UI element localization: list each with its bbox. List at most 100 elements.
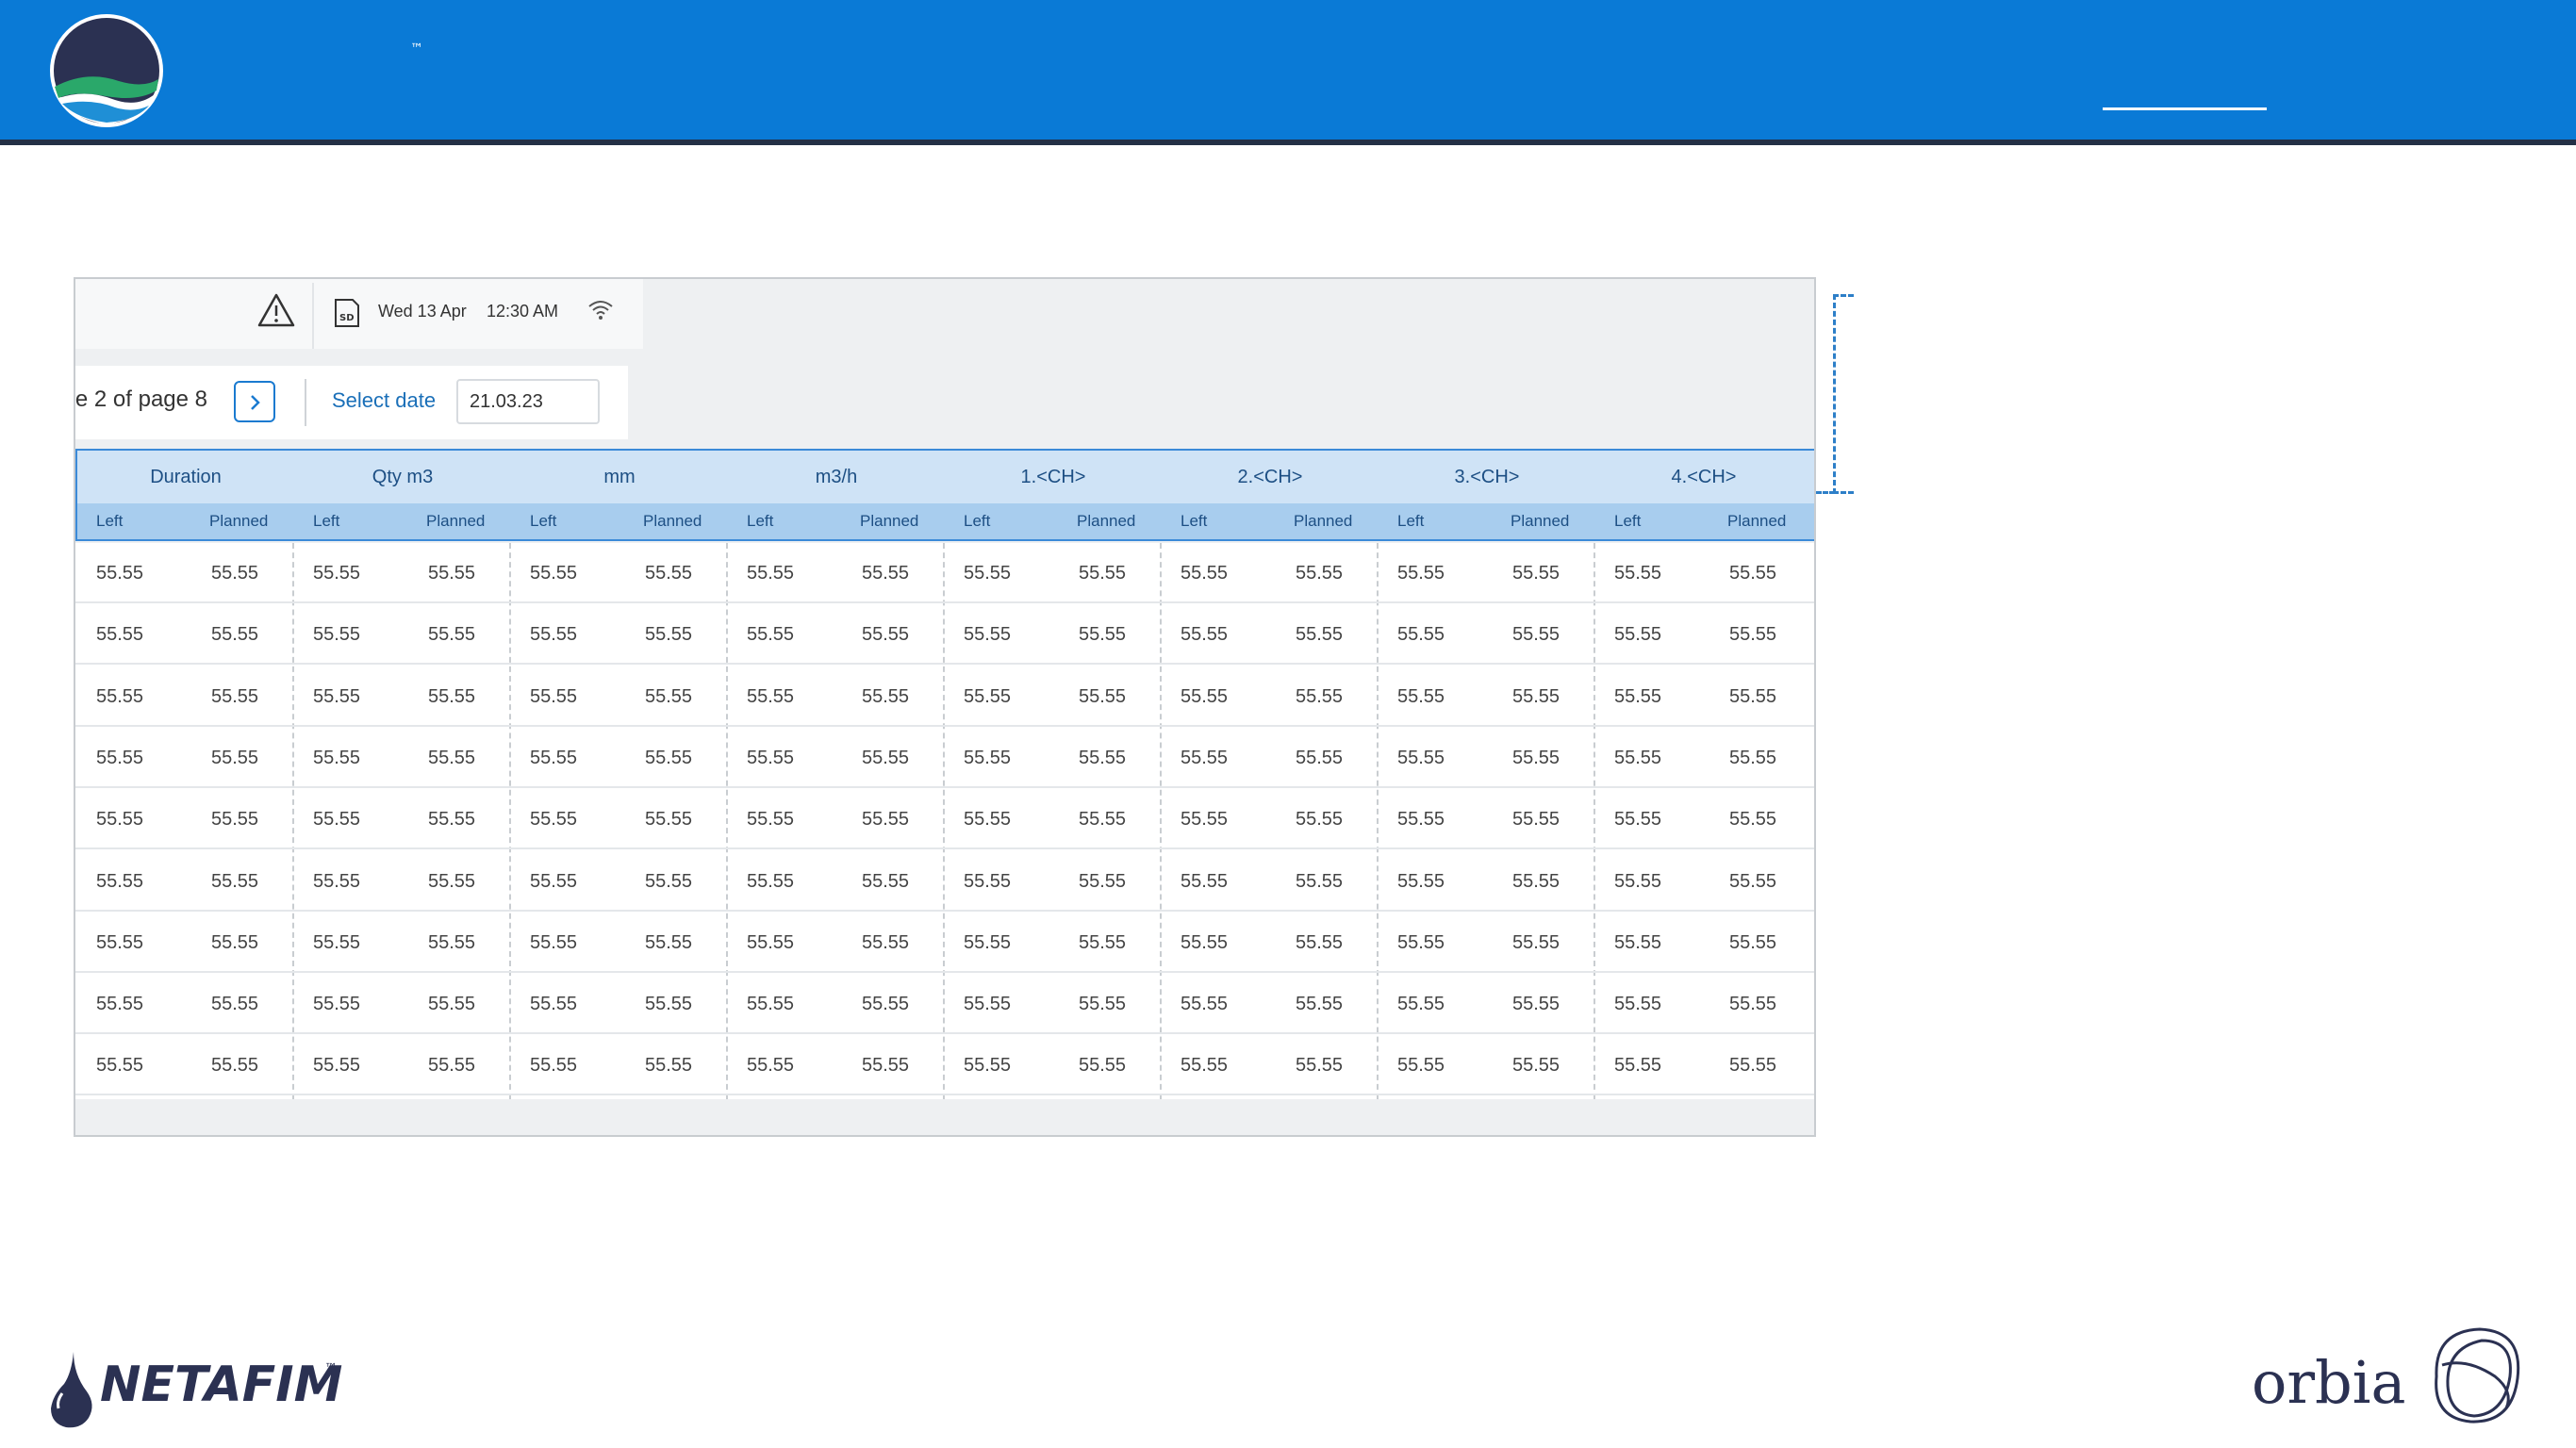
cell-planned: 55.55 — [1729, 870, 1777, 892]
cell-planned: 55.55 — [1079, 563, 1127, 584]
cell-left: 55.55 — [1181, 563, 1229, 584]
cell-planned: 55.55 — [428, 994, 476, 1015]
cell-planned: 55.55 — [211, 1055, 259, 1077]
table-row[interactable]: 55.55 55.55 55.55 55.55 55.55 55.55 55.55 55.55… — [75, 789, 1814, 850]
status-time: 12:30 AM — [487, 302, 559, 321]
cell-planned: 55.55 — [862, 624, 910, 646]
orbia-wordmark: orbia — [2252, 1348, 2405, 1417]
table-row[interactable]: 55.55 55.55 55.55 55.55 55.55 55.55 55.55 55.55… — [75, 666, 1814, 727]
cell-left: 55.55 — [96, 870, 144, 892]
subheader-left: Left — [747, 512, 774, 530]
cell-planned: 55.55 — [1079, 994, 1127, 1015]
cell-planned: 55.55 — [645, 870, 693, 892]
cell-planned: 55.55 — [862, 1055, 910, 1077]
cell-left: 55.55 — [964, 685, 1012, 707]
cell-planned: 55.55 — [428, 685, 476, 707]
cell-left: 55.55 — [747, 809, 795, 831]
status-bar: SD Wed 13 Apr 12:30 AM — [75, 279, 643, 349]
cell-planned: 55.55 — [1296, 563, 1344, 584]
cell-planned: 55.55 — [645, 994, 693, 1015]
cell-left: 55.55 — [530, 563, 578, 584]
cell-planned: 55.55 — [862, 563, 910, 584]
orbia-logo: orbia — [2252, 1327, 2520, 1423]
table-row[interactable]: 55.55 55.55 55.55 55.55 55.55 55.55 55.55 55.55… — [75, 728, 1814, 788]
banner-underline — [2103, 107, 2267, 110]
table-row[interactable]: 55.55 55.55 55.55 55.55 55.55 55.55 55.55 55.55… — [75, 974, 1814, 1035]
cell-left: 55.55 — [1397, 931, 1445, 953]
cell-planned: 55.55 — [645, 931, 693, 953]
column-group-duration: Duration — [150, 467, 222, 487]
cell-left: 55.55 — [1181, 747, 1229, 768]
subheader-left: Left — [313, 512, 340, 530]
subheader-left: Left — [964, 512, 991, 530]
cell-planned: 55.55 — [211, 624, 259, 646]
cell-planned: 55.55 — [1512, 994, 1560, 1015]
cell-planned: 55.55 — [1729, 931, 1777, 953]
cell-planned: 55.55 — [428, 747, 476, 768]
subheader-planned: Planned — [860, 512, 919, 530]
cell-left: 55.55 — [1397, 809, 1445, 831]
cell-left: 55.55 — [1614, 931, 1662, 953]
page-indicator: Page 2 of page 8 — [75, 387, 207, 419]
table-sub-header: Left Planned Left Planned Left Planned Left Pla… — [75, 503, 1814, 541]
cell-planned: 55.55 — [1729, 624, 1777, 646]
cell-planned: 55.55 — [1729, 994, 1777, 1015]
table-row[interactable]: 55.55 55.55 55.55 55.55 55.55 55.55 55.55 55.55… — [75, 913, 1814, 973]
subheader-planned: Planned — [1727, 512, 1787, 530]
cell-planned: 55.55 — [1729, 1055, 1777, 1077]
cell-planned: 55.55 — [1512, 809, 1560, 831]
column-group-ch2: 2.<CH> — [1237, 467, 1303, 487]
cell-left: 55.55 — [747, 870, 795, 892]
cell-planned: 55.55 — [211, 870, 259, 892]
cell-left: 55.55 — [747, 747, 795, 768]
cell-left: 55.55 — [530, 1055, 578, 1077]
table-row[interactable]: 55.55 55.55 55.55 55.55 55.55 55.55 55.55 55.55… — [75, 1035, 1814, 1096]
cell-left: 55.55 — [1397, 624, 1445, 646]
cell-planned: 55.55 — [1079, 747, 1127, 768]
cell-left: 55.55 — [747, 994, 795, 1015]
cell-planned: 55.55 — [1296, 685, 1344, 707]
cell-left: 55.55 — [96, 1055, 144, 1077]
date-field[interactable] — [456, 379, 600, 424]
svg-text:SD: SD — [339, 313, 355, 323]
cell-planned: 55.55 — [1512, 624, 1560, 646]
cell-left: 55.55 — [313, 685, 361, 707]
cell-left: 55.55 — [313, 994, 361, 1015]
chevron-right-icon — [251, 395, 260, 410]
table-row[interactable]: 55.55 55.55 55.55 55.55 55.55 55.55 55.55 55.55… — [75, 543, 1814, 603]
cell-planned: 55.55 — [1729, 747, 1777, 768]
device-screen: SD Wed 13 Apr 12:30 AM Page 2 of page 8 … — [74, 277, 1816, 1137]
cell-left: 55.55 — [1614, 747, 1662, 768]
cell-left: 55.55 — [313, 624, 361, 646]
cell-planned: 55.55 — [862, 747, 910, 768]
page-indicator-text: Page 2 of page 8 — [75, 387, 207, 412]
cell-planned: 55.55 — [211, 685, 259, 707]
cell-left: 55.55 — [964, 1055, 1012, 1077]
cell-left: 55.55 — [96, 563, 144, 584]
cell-planned: 55.55 — [645, 685, 693, 707]
cell-planned: 55.55 — [1296, 747, 1344, 768]
slide: ™ SD Wed 13 Apr 12:30 AM e 2 of page 8 S… — [0, 0, 2576, 1448]
cell-left: 55.55 — [1397, 994, 1445, 1015]
cell-left: 55.55 — [1181, 931, 1229, 953]
cell-planned: 55.55 — [862, 870, 910, 892]
cell-planned: 55.55 — [1296, 809, 1344, 831]
subheader-planned: Planned — [1511, 512, 1570, 530]
cell-left: 55.55 — [530, 747, 578, 768]
cell-planned: 55.55 — [645, 624, 693, 646]
cell-left: 55.55 — [964, 809, 1012, 831]
table-row[interactable]: 55.55 55.55 55.55 55.55 55.55 55.55 55.55 55.55… — [75, 604, 1814, 666]
cell-planned: 55.55 — [645, 563, 693, 584]
warning-icon[interactable] — [256, 292, 296, 328]
cell-planned: 55.55 — [1296, 1055, 1344, 1077]
cell-planned: 55.55 — [862, 809, 910, 831]
cell-planned: 55.55 — [862, 931, 910, 953]
cell-planned: 55.55 — [1512, 1055, 1560, 1077]
cell-planned: 55.55 — [428, 931, 476, 953]
cell-left: 55.55 — [1614, 994, 1662, 1015]
next-page-button[interactable] — [234, 381, 275, 422]
column-group-flow: m3/h — [815, 467, 858, 487]
pager-bar: Page 2 of page 8 Select date — [75, 366, 628, 439]
cell-left: 55.55 — [747, 931, 795, 953]
table-row[interactable]: 55.55 55.55 55.55 55.55 55.55 55.55 55.55 55.55… — [75, 851, 1814, 912]
